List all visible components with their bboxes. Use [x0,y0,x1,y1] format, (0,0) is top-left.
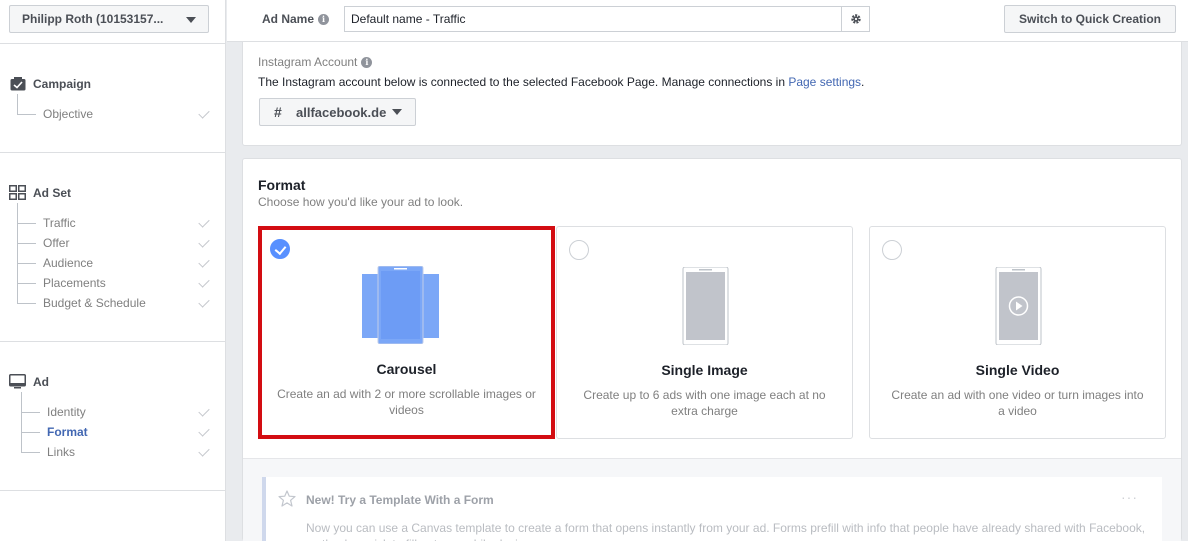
format-option-description: Create an ad with 2 or more scrollable i… [277,387,536,417]
ad-name-label: Ad Name i [262,12,330,26]
sidebar-item-traffic[interactable]: Traffic [17,203,213,233]
ad-name-field [344,6,870,32]
campaign-icon [9,76,26,91]
sidebar-item-label: Budget & Schedule [43,296,146,310]
campaign-section-title[interactable]: Campaign [9,76,91,91]
single-image-illustration [557,266,852,346]
tree-connector [17,223,37,253]
sidebar-item-objective[interactable]: Objective [17,94,213,124]
divider [0,341,225,342]
format-title: Format [258,177,306,193]
check-icon [198,296,210,308]
page-settings-link[interactable]: Page settings [788,75,861,89]
ad-name-input[interactable] [345,7,841,31]
ad-section-title[interactable]: Ad [9,374,49,389]
format-subtitle: Choose how you'd like your ad to look. [258,195,464,209]
check-icon [198,405,210,417]
format-option-carousel[interactable]: Carousel Create an ad with 2 or more scr… [258,226,555,439]
carousel-illustration [262,265,551,345]
template-tip-title: New! Try a Template With a Form [306,493,494,507]
sidebar-item-placements[interactable]: Placements [17,263,213,293]
gear-icon[interactable] [841,7,869,31]
instagram-account-title: Instagram Account i [258,55,373,69]
sidebar-item-label: Format [47,425,88,439]
check-icon [198,445,210,457]
radio-unchecked-icon [569,240,589,260]
tree-connector [21,432,41,462]
format-card: Format Choose how you'd like your ad to … [242,158,1182,541]
tree-connector [21,412,41,442]
tree-connector [17,94,37,124]
tree-connector [21,392,41,422]
instagram-account-selector[interactable]: # allfacebook.de [259,98,416,126]
sidebar-item-label: Identity [47,405,86,419]
instagram-description-text: The Instagram account below is connected… [258,75,789,89]
ad-monitor-icon [9,374,26,389]
adset-section-title[interactable]: Ad Set [9,185,71,200]
account-name: Philipp Roth (10153157... [22,12,164,26]
sidebar-item-identity[interactable]: Identity [21,392,213,422]
sidebar-item-label: Offer [43,236,70,250]
radio-checked-icon [270,239,290,259]
check-icon [198,256,210,268]
check-icon [198,107,210,119]
sidebar-item-audience[interactable]: Audience [17,243,213,273]
format-option-name: Single Image [661,362,748,378]
instagram-account-name: allfacebook.de [296,104,387,120]
template-tip-box: New! Try a Template With a Form ··· Now … [262,477,1162,541]
star-icon [278,490,296,510]
format-option-single-image[interactable]: Single Image Create up to 6 ads with one… [556,226,853,439]
account-selector[interactable]: Philipp Roth (10153157... [9,5,209,33]
sidebar-item-label: Links [47,445,76,459]
check-icon [198,216,210,228]
info-icon[interactable]: i [318,13,330,25]
single-video-illustration [870,266,1165,346]
instagram-account-title-text: Instagram Account [258,55,358,69]
sidebar-item-offer[interactable]: Offer [17,223,213,253]
tree-connector [17,263,37,293]
sidebar-item-format[interactable]: Format [21,412,213,442]
template-tip-area: New! Try a Template With a Form ··· Now … [243,458,1181,541]
tree-connector [17,283,37,313]
adset-title: Ad Set [33,185,72,200]
format-option-single-video[interactable]: Single Video Create an ad with one video… [869,226,1166,439]
template-tip-text: Now you can use a Canvas template to cre… [306,521,1146,541]
radio-unchecked-icon [882,240,902,260]
switch-to-quick-creation-button[interactable]: Switch to Quick Creation [1004,5,1176,33]
format-option-description: Create up to 6 ads with one image each a… [583,388,826,418]
ad-name-label-text: Ad Name [262,12,315,26]
info-icon[interactable]: i [361,56,373,68]
ad-title: Ad [33,374,49,389]
instagram-description-end: . [861,75,865,89]
tree-connector [17,243,37,273]
sidebar-item-label: Placements [43,276,106,290]
instagram-account-card: Instagram Account i The Instagram accoun… [242,42,1182,146]
tree-connector [17,203,37,233]
instagram-account-description: The Instagram account below is connected… [258,75,864,89]
more-options-icon[interactable]: ··· [1121,489,1138,505]
hashtag-icon: # [274,104,282,120]
caret-down-icon [186,17,196,23]
sidebar: Philipp Roth (10153157... Campaign Objec… [0,0,226,541]
sidebar-item-label: Objective [43,107,94,121]
check-icon [198,425,210,437]
sidebar-item-links[interactable]: Links [21,432,213,462]
format-option-name: Carousel [376,361,437,377]
format-option-name: Single Video [975,362,1060,378]
sidebar-item-label: Traffic [43,216,76,230]
divider [0,152,225,153]
sidebar-item-budget-schedule[interactable]: Budget & Schedule [17,283,213,313]
format-option-description: Create an ad with one video or turn imag… [891,388,1144,418]
check-icon [198,276,210,288]
top-bar: Ad Name i Switch to Quick Creation [227,0,1188,42]
caret-down-icon [392,109,403,115]
adset-grid-icon [9,185,26,200]
sidebar-item-label: Audience [43,256,94,270]
check-icon [198,236,210,248]
campaign-title: Campaign [33,76,92,91]
divider [0,490,225,491]
divider [0,43,225,44]
